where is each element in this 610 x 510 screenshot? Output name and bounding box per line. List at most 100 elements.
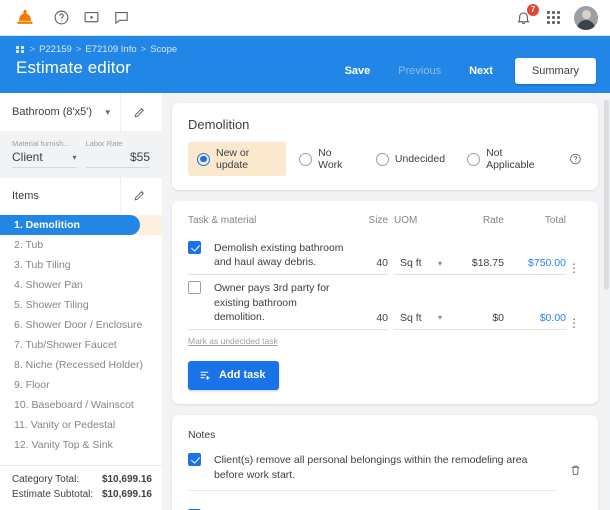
status-radio-label: Not Applicable <box>486 147 546 171</box>
sidebar-item-7[interactable]: 7. Tub/Shower Faucet <box>0 335 162 355</box>
task-description: Demolish existing bathroom and haul away… <box>214 241 350 269</box>
notifications-button[interactable]: 7 <box>515 9 533 27</box>
page-scrollbar-thumb[interactable] <box>604 100 609 290</box>
task-row: Owner pays 3rd party for existing bathro… <box>188 275 582 330</box>
labor-rate-field[interactable]: Labor Rate $55 <box>86 139 151 168</box>
task-total: $750.00 <box>504 257 566 275</box>
task-rate[interactable]: $18.75 <box>442 257 504 275</box>
edit-room-button[interactable] <box>120 93 158 131</box>
status-radio-group: New or updateNo WorkUndecided Not Applica… <box>188 142 582 176</box>
header-left: > P22159 > E72109 Info > Scope Estimate … <box>16 44 331 78</box>
room-meta-row: Material furnish... Client ▾ Labor Rate … <box>0 131 162 177</box>
sidebar-item-12[interactable]: 12. Vanity Top & Sink <box>0 435 162 455</box>
task-overflow-menu-icon[interactable]: ⋮ <box>566 319 582 330</box>
notification-badge: 7 <box>527 4 539 16</box>
sidebar-item-6[interactable]: 6. Shower Door / Enclosure <box>0 315 162 335</box>
sidebar-item-3[interactable]: 3. Tub Tiling <box>0 255 162 275</box>
breadcrumb-separator: > <box>30 44 36 55</box>
save-button[interactable]: Save <box>331 59 385 83</box>
avatar[interactable] <box>574 6 598 30</box>
video-icon[interactable] <box>83 9 100 26</box>
room-select[interactable]: Bathroom (8'x5') ▾ <box>12 106 120 118</box>
radio-dot-icon <box>299 153 312 166</box>
category-total-value: $10,699.16 <box>102 474 152 485</box>
sidebar-item-wrapper: 7. Tub/Shower Faucet <box>0 335 162 355</box>
sidebar-item-1[interactable]: 1. Demolition <box>0 215 140 235</box>
apps-grid-icon[interactable] <box>547 11 560 24</box>
notes-list: Client(s) remove all personal belongings… <box>188 453 582 510</box>
breadcrumb-separator: > <box>141 44 147 55</box>
status-radio-2[interactable]: Undecided <box>367 148 454 171</box>
section-status-card: Demolition New or updateNo WorkUndecided… <box>172 103 598 190</box>
pencil-icon <box>133 189 146 202</box>
estimate-subtotal-row: Estimate Subtotal: $10,699.16 <box>12 487 152 502</box>
breadcrumb-grid-icon[interactable] <box>16 46 24 54</box>
breadcrumb-item-scope[interactable]: Scope <box>150 44 177 55</box>
add-task-button[interactable]: Add task <box>188 361 279 390</box>
summary-button[interactable]: Summary <box>515 58 596 84</box>
sidebar-item-wrapper: 8. Niche (Recessed Holder) <box>0 355 162 375</box>
labor-rate-label: Labor Rate <box>86 139 151 148</box>
notes-card: Notes Client(s) remove all personal belo… <box>172 415 598 510</box>
page-title: Estimate editor <box>16 58 331 78</box>
sidebar-item-wrapper: 9. Floor <box>0 375 162 395</box>
material-furnish-value: Client <box>12 150 43 164</box>
chevron-down-icon: ▾ <box>72 153 76 162</box>
chat-icon[interactable] <box>113 9 130 26</box>
task-uom-value: Sq ft <box>400 312 422 324</box>
page-header: > P22159 > E72109 Info > Scope Estimate … <box>0 36 610 93</box>
previous-button: Previous <box>384 59 455 83</box>
sidebar-item-2[interactable]: 2. Tub <box>0 235 162 255</box>
breadcrumb-item-project[interactable]: P22159 <box>39 44 72 55</box>
material-furnish-field[interactable]: Material furnish... Client ▾ <box>12 139 77 168</box>
app-root: 7 > P22159 > E72109 Info > Scope Estimat… <box>0 0 610 510</box>
top-bar: 7 <box>0 0 610 36</box>
estimate-subtotal-value: $10,699.16 <box>102 489 152 500</box>
task-description: Owner pays 3rd party for existing bathro… <box>214 281 350 324</box>
note-checkbox[interactable] <box>188 453 201 466</box>
radio-dot-icon <box>467 153 480 166</box>
next-button[interactable]: Next <box>455 59 507 83</box>
status-radio-3[interactable]: Not Applicable <box>458 142 555 176</box>
sidebar-item-5[interactable]: 5. Shower Tiling <box>0 295 162 315</box>
task-checkbox[interactable] <box>188 281 201 294</box>
estimate-subtotal-label: Estimate Subtotal: <box>12 489 102 500</box>
totals-section: Category Total: $10,699.16 Estimate Subt… <box>0 465 162 510</box>
task-row: Demolish existing bathroom and haul away… <box>188 235 582 275</box>
tasks-table-header: Task & material Size UOM Rate Total <box>188 215 582 235</box>
sidebar-item-9[interactable]: 9. Floor <box>0 375 162 395</box>
task-size[interactable]: 40 <box>350 257 388 275</box>
task-overflow-menu-icon[interactable]: ⋮ <box>566 264 582 275</box>
mark-undecided-link[interactable]: Mark as undecided task <box>188 336 278 346</box>
note-text: Client(s) remove all personal belongings… <box>214 453 557 482</box>
sidebar-item-wrapper: 2. Tub <box>0 235 162 255</box>
header-actions: Save Previous Next Summary <box>331 44 596 84</box>
status-radio-1[interactable]: No Work <box>290 142 363 176</box>
task-uom-select[interactable]: Sq ft▾ <box>394 312 442 330</box>
sidebar-item-8[interactable]: 8. Niche (Recessed Holder) <box>0 355 162 375</box>
category-total-label: Category Total: <box>12 474 102 485</box>
breadcrumb-item-estimate[interactable]: E72109 Info <box>85 44 136 55</box>
sidebar-item-4[interactable]: 4. Shower Pan <box>0 275 162 295</box>
radio-dot-icon <box>197 153 210 166</box>
column-header-total: Total <box>504 215 566 226</box>
trash-icon[interactable] <box>569 463 582 477</box>
status-radio-0[interactable]: New or update <box>188 142 286 176</box>
breadcrumb: > P22159 > E72109 Info > Scope <box>16 44 331 55</box>
sidebar-item-10[interactable]: 10. Baseboard / Wainscot <box>0 395 162 415</box>
sidebar-item-11[interactable]: 11. Vanity or Pedestal <box>0 415 162 435</box>
sidebar-item-wrapper: 5. Shower Tiling <box>0 295 162 315</box>
task-rate[interactable]: $0 <box>442 312 504 330</box>
hardhat-logo[interactable] <box>14 7 36 29</box>
edit-items-button[interactable] <box>120 177 158 215</box>
help-icon[interactable] <box>53 9 70 26</box>
task-checkbox[interactable] <box>188 241 201 254</box>
section-title: Demolition <box>188 117 582 132</box>
top-icon-group <box>53 9 130 26</box>
sidebar-item-wrapper: 4. Shower Pan <box>0 275 162 295</box>
task-uom-select[interactable]: Sq ft▾ <box>394 257 442 275</box>
help-circle-icon[interactable] <box>569 152 582 166</box>
task-size[interactable]: 40 <box>350 312 388 330</box>
column-header-uom: UOM <box>388 215 442 226</box>
material-furnish-label: Material furnish... <box>12 139 77 148</box>
